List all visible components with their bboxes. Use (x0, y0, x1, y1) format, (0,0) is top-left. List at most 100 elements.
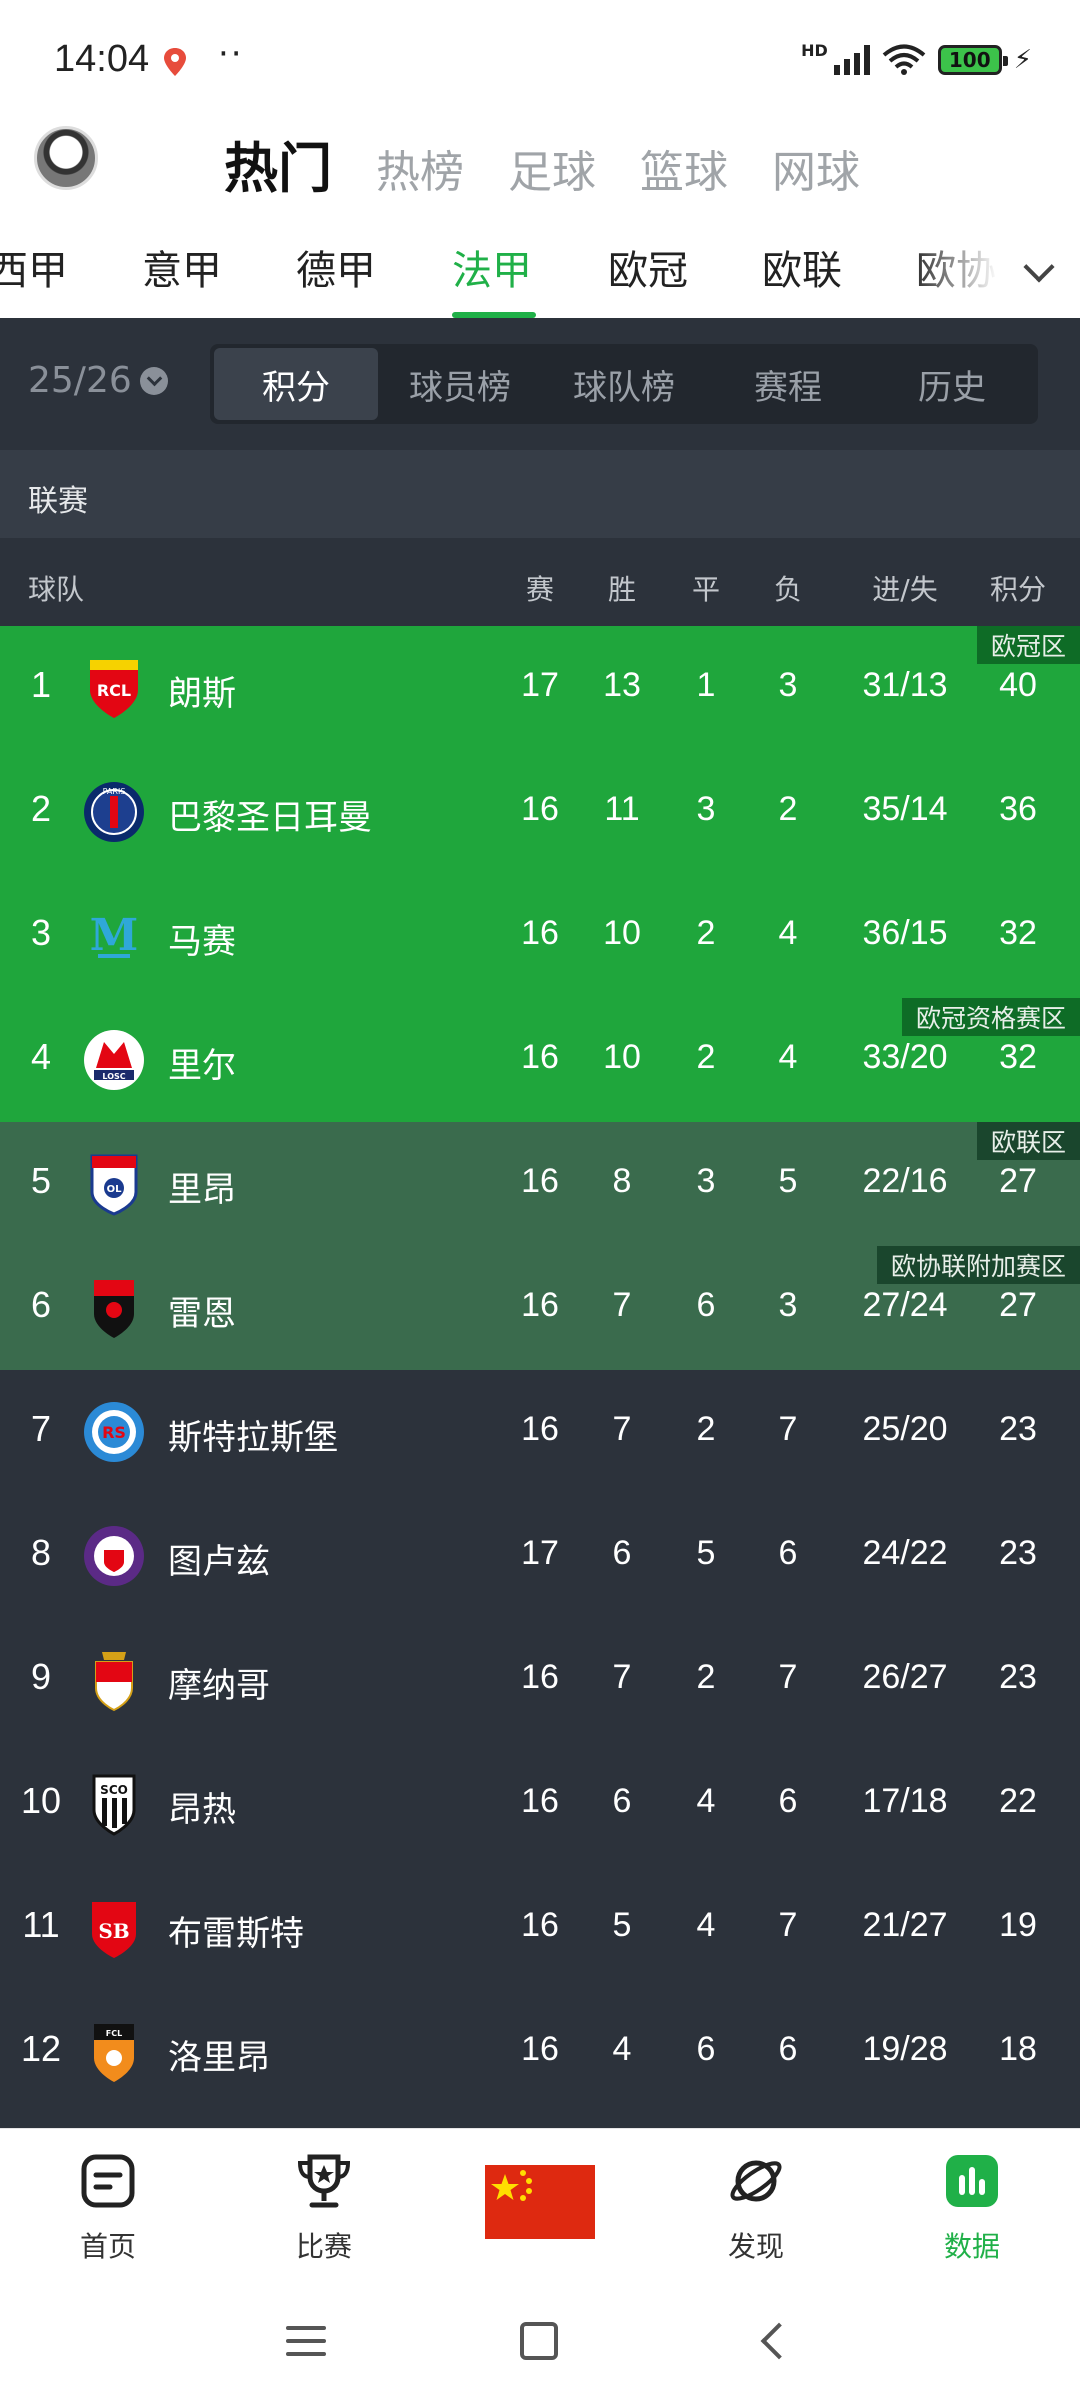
menu-icon[interactable] (286, 2326, 326, 2365)
strasbourg-badge-icon: RS (82, 1400, 146, 1464)
won-value: 6 (612, 1782, 632, 1820)
won-value: 6 (612, 1534, 632, 1572)
tab-hot[interactable]: 热门 (224, 124, 332, 203)
tab-football[interactable]: 足球 (508, 136, 596, 200)
angers-badge-icon: SCO (82, 1772, 146, 1836)
points-value: 40 (999, 666, 1037, 704)
nav-discover[interactable]: 发现 (686, 2151, 826, 2265)
played-value: 16 (521, 1038, 559, 1076)
goals-value: 19/28 (862, 2030, 948, 2068)
hd-indicator: HD (801, 40, 828, 60)
user-avatar[interactable] (34, 126, 98, 190)
points-value: 23 (999, 1658, 1037, 1696)
won-value: 8 (612, 1162, 632, 1200)
league-tab-bundesliga[interactable]: 德甲 (296, 238, 376, 296)
china-flag-icon[interactable] (485, 2165, 595, 2239)
table-row[interactable]: 6 雷恩 16 7 6 3 27/24 27 欧协联附加赛区 (0, 1246, 1080, 1370)
table-row[interactable]: 8 图卢兹 17 6 5 6 24/22 23 (0, 1494, 1080, 1618)
row-rank: 11 (22, 1904, 60, 1945)
won-value: 7 (612, 1410, 632, 1448)
back-chevron-icon[interactable] (760, 2322, 798, 2360)
top-tabs: 热门 热榜 足球 篮球 网球 (224, 124, 860, 203)
league-tabs: 西甲 意甲 德甲 法甲 欧冠 欧联 欧协 (0, 228, 1080, 318)
drawn-value: 1 (696, 666, 716, 704)
nav-home-label: 首页 (79, 2230, 136, 2263)
won-value: 10 (603, 914, 641, 952)
table-row[interactable]: 1 RCL 朗斯 17 13 1 3 31/13 40 欧冠区 (0, 626, 1080, 750)
segment-player-rank[interactable]: 球员榜 (378, 348, 542, 420)
brest-badge-icon: SB (82, 1896, 146, 1960)
lyon-badge-icon: OL (82, 1152, 146, 1216)
played-value: 16 (521, 790, 559, 828)
row-rank: 10 (20, 1780, 62, 1821)
lost-value: 6 (778, 1534, 798, 1572)
nav-data[interactable]: 数据 (902, 2151, 1042, 2265)
played-value: 16 (521, 1906, 559, 1944)
goals-value: 17/18 (862, 1782, 948, 1820)
goals-value: 31/13 (862, 666, 948, 704)
col-points: 积分 (989, 573, 1046, 606)
col-won: 胜 (607, 573, 636, 606)
league-tab-laliga[interactable]: 西甲 (0, 238, 68, 296)
svg-text:LOSC: LOSC (102, 1072, 125, 1081)
home-square-icon[interactable] (520, 2322, 558, 2360)
team-name: 朗斯 (168, 674, 236, 714)
segment-standings[interactable]: 积分 (214, 348, 378, 420)
league-tab-ucl[interactable]: 欧冠 (608, 238, 688, 296)
nav-data-label: 数据 (943, 2230, 1000, 2263)
status-dots: ·· (218, 34, 244, 74)
col-drawn: 平 (691, 573, 720, 606)
segment-schedule[interactable]: 赛程 (706, 348, 870, 420)
league-tab-uel[interactable]: 欧联 (762, 238, 842, 296)
tab-tennis[interactable]: 网球 (772, 136, 860, 200)
points-value: 19 (999, 1906, 1037, 1944)
table-row[interactable]: 12 FCL 洛里昂 16 4 6 6 19/28 18 (0, 1990, 1080, 2114)
played-value: 16 (521, 1286, 559, 1324)
drawn-value: 2 (696, 1038, 716, 1076)
segment-team-rank[interactable]: 球队榜 (542, 348, 706, 420)
toulouse-badge-icon (82, 1524, 146, 1588)
table-row[interactable]: 10 SCO 昂热 16 6 4 6 17/18 22 (0, 1742, 1080, 1866)
season-selector[interactable]: 25/26 (28, 360, 168, 401)
league-tab-ligue1[interactable]: 法甲 (452, 238, 532, 296)
goals-value: 35/14 (862, 790, 948, 828)
season-label: 25/26 (28, 360, 132, 401)
won-value: 5 (612, 1906, 632, 1944)
row-rank: 7 (30, 1408, 52, 1449)
team-name: 马赛 (168, 922, 236, 962)
row-rank: 6 (30, 1284, 52, 1325)
nav-home[interactable]: 首页 (38, 2151, 178, 2265)
won-value: 10 (603, 1038, 641, 1076)
table-row[interactable]: 2 PARIS 巴黎圣日耳曼 16 11 3 2 35/14 36 (0, 750, 1080, 874)
tab-basketball[interactable]: 篮球 (640, 136, 728, 200)
col-team: 球队 (28, 573, 85, 606)
segment-history[interactable]: 历史 (870, 348, 1034, 420)
played-value: 17 (521, 666, 559, 704)
signal-icon (833, 45, 870, 75)
drawn-value: 3 (696, 1162, 716, 1200)
played-value: 16 (521, 1782, 559, 1820)
row-rank: 3 (30, 912, 52, 953)
table-row[interactable]: 9 摩纳哥 16 7 2 7 26/27 23 (0, 1618, 1080, 1742)
goals-value: 33/20 (862, 1038, 948, 1076)
table-header: 球队 赛 胜 平 负 进/失 积分 (0, 538, 1080, 626)
goals-value: 36/15 (862, 914, 948, 952)
played-value: 16 (521, 1658, 559, 1696)
league-tab-seriea[interactable]: 意甲 (142, 238, 222, 296)
table-row[interactable]: 11 SB 布雷斯特 16 5 4 7 21/27 19 (0, 1866, 1080, 1990)
table-row[interactable]: 7 RS 斯特拉斯堡 16 7 2 7 25/20 23 (0, 1370, 1080, 1494)
svg-text:RCL: RCL (97, 681, 131, 700)
wifi-icon (882, 44, 926, 75)
table-row[interactable]: 4 LOSC 里尔 16 10 2 4 33/20 32 欧冠资格赛区 (0, 998, 1080, 1122)
lost-value: 7 (778, 1906, 798, 1944)
svg-text:OL: OL (107, 1184, 123, 1195)
lost-value: 4 (778, 1038, 798, 1076)
team-name: 洛里昂 (168, 2038, 270, 2078)
table-row[interactable]: 3 M 马赛 16 10 2 4 36/15 32 (0, 874, 1080, 998)
nav-matches[interactable]: 比赛 (254, 2151, 394, 2265)
table-row[interactable]: 5 OL 里昂 16 8 3 5 22/16 27 欧联区 (0, 1122, 1080, 1246)
nav-matches-label: 比赛 (295, 2230, 352, 2263)
tab-hot-list[interactable]: 热榜 (376, 136, 464, 200)
team-name: 巴黎圣日耳曼 (168, 798, 372, 838)
played-value: 17 (521, 1534, 559, 1572)
